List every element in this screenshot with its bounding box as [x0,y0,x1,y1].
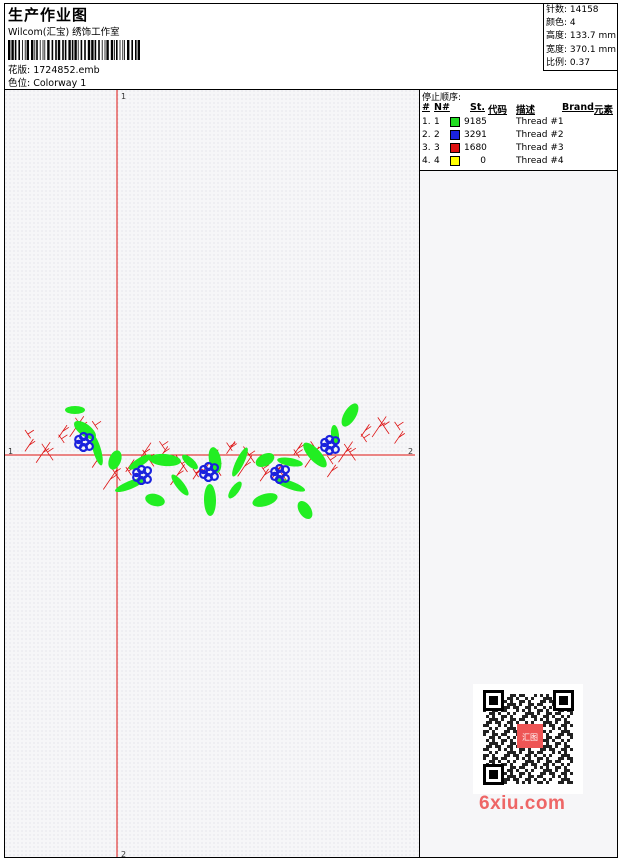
color-swatch [450,143,460,153]
stop-sequence-panel: 停止顺序: # N# St. 代码 描述 Brand 元素 1. 1 9185 Thr… [420,90,617,171]
color-swatch [450,117,460,127]
svg-text:汇图: 汇图 [522,733,538,742]
row-stitches: 9185 [464,117,487,127]
col-element: 元素 [594,105,614,116]
col-code: 代码 [488,105,508,116]
axis-marker-right: 2 [408,447,413,456]
color-swatch [450,156,460,166]
stop-sequence-row[interactable]: 2. 2 3291 Thread #2 [420,130,617,143]
row-needle: 2 [434,130,440,140]
stop-sequence-row[interactable]: 4. 4 0 Thread #4 [420,156,617,169]
production-sheet: 生产作业图 Wilcom(汇宝) 绣饰工作室 花版: 1724852.emb 色… [4,3,618,858]
design-scale: 比例: 0.37 [546,57,590,68]
design-file-label: 花版: 1724852.emb [8,65,100,76]
row-index: 3. [422,143,431,153]
row-needle: 3 [434,143,440,153]
leaf-stitch [65,406,85,414]
row-stitches: 3291 [464,130,487,140]
row-description: Thread #3 [516,143,564,153]
row-needle: 4 [434,156,440,166]
row-needle: 1 [434,117,440,127]
design-height: 高度: 133.7 mm [546,31,617,42]
watermark-logo: 6xiu.com [479,793,566,814]
row-stitches: 1680 [464,143,487,153]
panel-divider [419,89,420,857]
colorway-label: 色位: Colorway 1 [8,78,87,89]
stitch-count: 针数: 14158 [546,5,599,15]
col-number: N# [434,102,450,113]
row-index: 1. [422,117,431,127]
barcode [8,40,140,60]
row-index: 4. [422,156,431,166]
design-width: 宽度: 370.1 mm [546,44,617,55]
sheet-header: 生产作业图 Wilcom(汇宝) 绣饰工作室 花版: 1724852.emb 色… [5,4,617,90]
company-name: Wilcom(汇宝) 绣饰工作室 [8,27,120,38]
canvas-background: 1 2 1 2 [5,90,419,857]
row-description: Thread #1 [516,117,564,127]
axis-marker-bottom: 2 [121,850,126,857]
color-swatch [450,130,460,140]
stop-sequence-row[interactable]: 1. 1 9185 Thread #1 [420,117,617,130]
design-canvas: 1 2 1 2 [5,90,419,857]
row-description: Thread #2 [516,130,564,140]
qr-code: 汇图 [473,684,583,794]
col-description: 描述 [516,105,536,116]
axis-marker-top: 1 [121,92,126,101]
col-brand: Brand [562,102,594,113]
row-description: Thread #4 [516,156,564,166]
col-hash: # [422,102,430,113]
stop-sequence-row[interactable]: 3. 3 1680 Thread #3 [420,143,617,156]
color-count: 颜色: 4 [546,18,576,29]
axis-marker-left: 1 [8,447,13,456]
page-title: 生产作业图 [8,6,89,24]
row-stitches: 0 [480,156,486,166]
col-stitches: St. [470,102,485,113]
design-info-panel: 针数: 14158 颜色: 4 高度: 133.7 mm 宽度: 370.1 m… [543,4,617,71]
row-index: 2. [422,130,431,140]
